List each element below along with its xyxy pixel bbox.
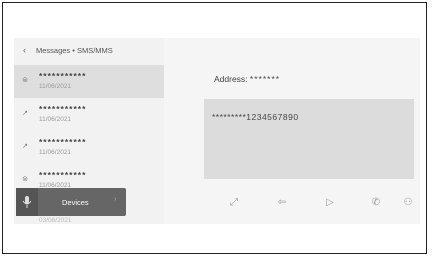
microphone-icon: [22, 196, 32, 208]
outgoing-arrow-icon: ↗: [22, 143, 28, 150]
message-date: 11/06/2021: [39, 83, 72, 90]
display-screen: ‹ Messages • SMS/MMS ⊜ *********** 11/06…: [14, 38, 420, 224]
contact-icon[interactable]: ⚇: [398, 194, 418, 212]
message-body: *********1234567890: [204, 99, 414, 179]
address-line: Address: *******: [214, 74, 280, 84]
list-item[interactable]: ↗ *********** 11/06/2021: [14, 98, 164, 131]
list-item[interactable]: ↗ *********** 11/06/2021: [14, 131, 164, 164]
inbox-icon: ⊜: [22, 176, 28, 183]
expand-icon[interactable]: ⤢: [224, 194, 244, 212]
reply-icon[interactable]: ⇦: [272, 194, 292, 212]
message-date-partial: 03/06/2021: [39, 217, 72, 224]
message-toolbar: ⤢ ⇦ ▷ ✆ ⚇: [204, 190, 420, 216]
sender-name: ***********: [39, 104, 87, 114]
message-list-pane: ‹ Messages • SMS/MMS ⊜ *********** 11/06…: [14, 38, 164, 224]
address-value: *******: [249, 74, 281, 84]
breadcrumb: Messages • SMS/MMS: [36, 46, 113, 55]
sender-name: ***********: [39, 170, 87, 180]
message-date: 11/06/2021: [39, 116, 72, 123]
outgoing-arrow-icon: ↗: [22, 110, 28, 117]
devices-button[interactable]: Devices ›: [16, 188, 126, 216]
message-date: 11/06/2021: [39, 149, 72, 156]
address-label: Address:: [214, 74, 248, 84]
phone-icon[interactable]: ✆: [366, 194, 386, 212]
sender-name: ***********: [39, 71, 87, 81]
microphone-button[interactable]: [16, 188, 38, 216]
play-icon[interactable]: ▷: [320, 194, 340, 212]
message-detail-pane: Address: ******* *********1234567890 ⤢ ⇦…: [164, 38, 420, 224]
devices-label: Devices: [62, 198, 89, 207]
inbox-icon: ⊜: [22, 77, 28, 84]
sender-name: ***********: [39, 137, 87, 147]
message-text: *********1234567890: [212, 112, 299, 122]
back-button[interactable]: ‹: [23, 45, 26, 55]
list-header: ‹ Messages • SMS/MMS: [14, 38, 164, 64]
list-item[interactable]: ⊜ *********** 11/06/2021: [14, 65, 164, 98]
chevron-right-icon: ›: [114, 196, 117, 203]
